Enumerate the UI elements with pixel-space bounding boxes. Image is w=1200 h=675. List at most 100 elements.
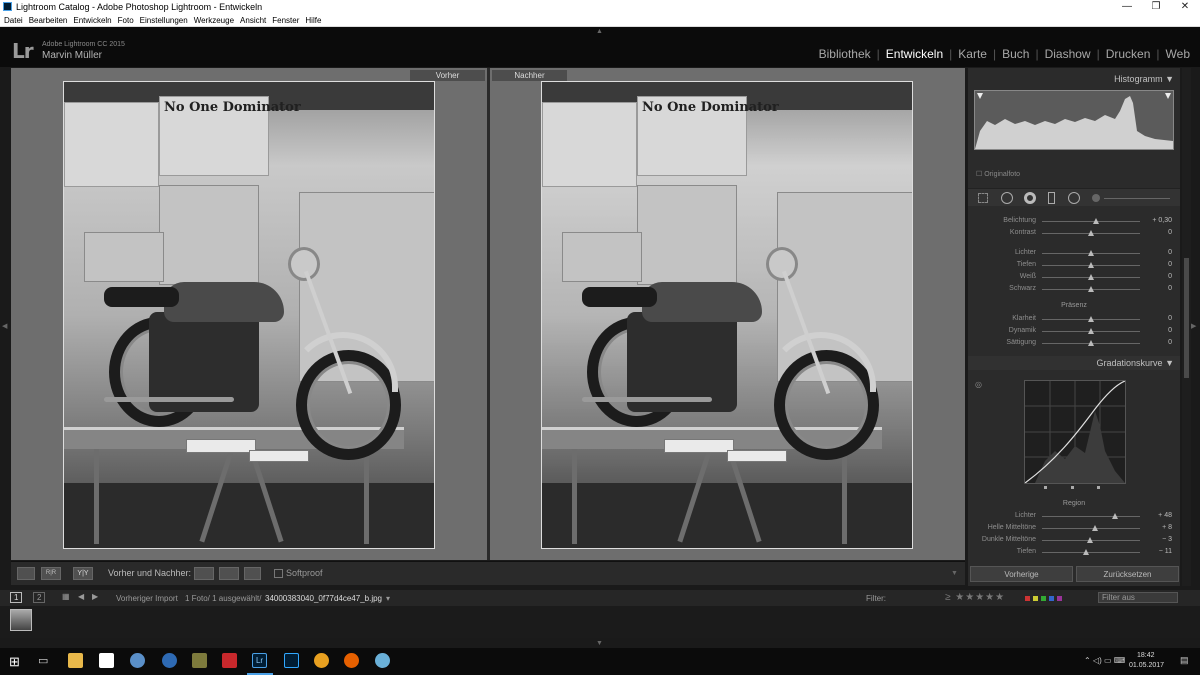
maximize-button[interactable]: ❐ bbox=[1141, 0, 1171, 14]
slider-row-weiß[interactable]: Weiß 0 bbox=[968, 272, 1180, 284]
slider-handle[interactable] bbox=[1088, 230, 1094, 236]
app-icon-1[interactable] bbox=[130, 653, 145, 668]
slider-handle[interactable] bbox=[1088, 274, 1094, 280]
slider-handle[interactable] bbox=[1087, 537, 1094, 543]
color-filter-green[interactable] bbox=[1041, 596, 1046, 601]
slider-value[interactable]: 0 bbox=[1168, 285, 1172, 292]
loupe-view-button[interactable] bbox=[17, 567, 35, 580]
back-arrow-icon[interactable]: ◀ bbox=[78, 592, 84, 601]
lightroom-taskbar-icon[interactable]: Lr bbox=[252, 653, 267, 668]
split-point-1[interactable] bbox=[1044, 486, 1047, 489]
color-filter-blue[interactable] bbox=[1049, 596, 1054, 601]
minimize-button[interactable]: — bbox=[1112, 0, 1142, 14]
color-filter-purple[interactable] bbox=[1057, 596, 1062, 601]
slider-value[interactable]: + 0,30 bbox=[1152, 217, 1172, 224]
slider-handle[interactable] bbox=[1083, 549, 1090, 555]
slider-handle[interactable] bbox=[1088, 286, 1094, 292]
slider-row-kontrast[interactable]: Kontrast 0 bbox=[968, 228, 1180, 240]
after-photo[interactable]: No One Dominator bbox=[541, 81, 913, 549]
previous-button[interactable]: Vorherige bbox=[970, 566, 1073, 582]
menu-ansicht[interactable]: Ansicht bbox=[236, 14, 268, 25]
slider-row-lichter[interactable]: Lichter + 48 bbox=[968, 511, 1180, 523]
photoshop-icon[interactable] bbox=[284, 653, 299, 668]
module-diashow[interactable]: Diashow bbox=[1039, 47, 1091, 61]
slider-row-dunkle-mitteltöne[interactable]: Dunkle Mitteltöne − 3 bbox=[968, 535, 1180, 547]
slider-value[interactable]: 0 bbox=[1168, 273, 1172, 280]
slider-handle[interactable] bbox=[1088, 328, 1094, 334]
slider-value[interactable]: − 3 bbox=[1162, 536, 1172, 543]
crop-tool-icon[interactable] bbox=[978, 193, 988, 203]
menu-hilfe[interactable]: Hilfe bbox=[301, 14, 323, 25]
module-entwickeln[interactable]: Entwickeln bbox=[880, 47, 943, 61]
rating-filter-stars[interactable]: ≥ ★★★★★ bbox=[945, 592, 1005, 603]
radial-filter-icon[interactable] bbox=[1068, 192, 1080, 204]
slider-track[interactable] bbox=[1042, 516, 1140, 517]
notifications-icon[interactable]: ▤ bbox=[1180, 655, 1189, 666]
menu-datei[interactable]: Datei bbox=[0, 14, 25, 25]
before-photo[interactable]: No One Dominator bbox=[63, 81, 435, 549]
copy-before-to-after-button[interactable] bbox=[194, 567, 214, 580]
module-bibliothek[interactable]: Bibliothek bbox=[813, 47, 871, 61]
histogram-header[interactable]: Histogramm ▼ bbox=[968, 72, 1180, 86]
slider-value[interactable]: 0 bbox=[1168, 327, 1172, 334]
slider-row-tiefen[interactable]: Tiefen 0 bbox=[968, 260, 1180, 272]
slider-handle[interactable] bbox=[1088, 340, 1094, 346]
firefox-icon[interactable] bbox=[344, 653, 359, 668]
slider-row-belichtung[interactable]: Belichtung + 0,30 bbox=[968, 216, 1180, 228]
slider-row-helle-mitteltöne[interactable]: Helle Mitteltöne + 8 bbox=[968, 523, 1180, 535]
filename-dropdown-icon[interactable]: ▾ bbox=[386, 594, 390, 603]
app-icon-2[interactable] bbox=[162, 653, 177, 668]
filter-select[interactable]: Filter aus bbox=[1098, 592, 1178, 603]
app-icon-4[interactable] bbox=[222, 653, 237, 668]
chrome-icon[interactable] bbox=[314, 653, 329, 668]
close-button[interactable]: ✕ bbox=[1170, 0, 1200, 14]
right-panel-scrollbar[interactable] bbox=[1182, 68, 1191, 586]
main-window-button[interactable]: 1 bbox=[10, 592, 23, 603]
task-view-icon[interactable]: ▭ bbox=[38, 654, 48, 667]
slider-value[interactable]: 0 bbox=[1168, 315, 1172, 322]
spot-removal-icon[interactable] bbox=[1001, 192, 1013, 204]
system-tray-icons[interactable]: ⌃ ◁) ▭ ⌨ bbox=[1084, 656, 1125, 665]
slider-handle[interactable] bbox=[1088, 262, 1094, 268]
grid-icon[interactable]: ▦ bbox=[62, 592, 70, 601]
collapse-bottom-icon[interactable]: ▼ bbox=[596, 640, 603, 647]
toolbar-menu-icon[interactable]: ▼ bbox=[951, 570, 958, 577]
swap-settings-button[interactable] bbox=[244, 567, 261, 580]
slider-value[interactable]: 0 bbox=[1168, 229, 1172, 236]
module-drucken[interactable]: Drucken bbox=[1100, 47, 1151, 61]
slider-handle[interactable] bbox=[1111, 513, 1118, 519]
color-filter-yellow[interactable] bbox=[1033, 596, 1038, 601]
slider-row-lichter[interactable]: Lichter 0 bbox=[968, 248, 1180, 260]
target-adjust-icon[interactable]: ◎ bbox=[975, 380, 982, 389]
module-web[interactable]: Web bbox=[1160, 47, 1200, 61]
filename[interactable]: 34000383040_0f77d4ce47_b.jpg bbox=[265, 594, 382, 603]
store-icon[interactable] bbox=[99, 653, 114, 668]
collapse-top-icon[interactable]: ▲ bbox=[596, 28, 603, 35]
split-point-3[interactable] bbox=[1097, 486, 1100, 489]
slider-row-tiefen[interactable]: Tiefen − 11 bbox=[968, 547, 1180, 559]
slider-track[interactable] bbox=[1042, 221, 1140, 222]
clock-date[interactable]: 01.05.2017 bbox=[1129, 662, 1164, 669]
slider-handle[interactable] bbox=[1091, 525, 1098, 531]
original-photo-toggle[interactable]: ☐ Originalfoto bbox=[976, 170, 1020, 178]
slider-row-dynamik[interactable]: Dynamik 0 bbox=[968, 326, 1180, 338]
split-point-2[interactable] bbox=[1071, 486, 1074, 489]
slider-row-klarheit[interactable]: Klarheit 0 bbox=[968, 314, 1180, 326]
right-panel-toggle-icon[interactable]: ▶ bbox=[1191, 322, 1196, 330]
graduated-filter-icon[interactable] bbox=[1048, 192, 1055, 204]
rr-view-button[interactable]: R|R bbox=[41, 567, 61, 580]
reset-button[interactable]: Zurücksetzen bbox=[1076, 566, 1179, 582]
slider-row-sättigung[interactable]: Sättigung 0 bbox=[968, 338, 1180, 350]
color-filter-red[interactable] bbox=[1025, 596, 1030, 601]
scrollbar-thumb[interactable] bbox=[1184, 258, 1189, 378]
clock-time[interactable]: 18:42 bbox=[1137, 652, 1155, 659]
slider-value[interactable]: − 11 bbox=[1159, 548, 1172, 555]
menu-foto[interactable]: Foto bbox=[114, 14, 136, 25]
slider-value[interactable]: 0 bbox=[1168, 249, 1172, 256]
slider-value[interactable]: + 8 bbox=[1162, 524, 1172, 531]
menu-einstellungen[interactable]: Einstellungen bbox=[136, 14, 190, 25]
yy-view-button[interactable]: Y|Y bbox=[73, 567, 93, 580]
filmstrip-thumbnail[interactable] bbox=[10, 609, 32, 631]
slider-value[interactable]: 0 bbox=[1168, 339, 1172, 346]
copy-after-to-before-button[interactable] bbox=[219, 567, 239, 580]
